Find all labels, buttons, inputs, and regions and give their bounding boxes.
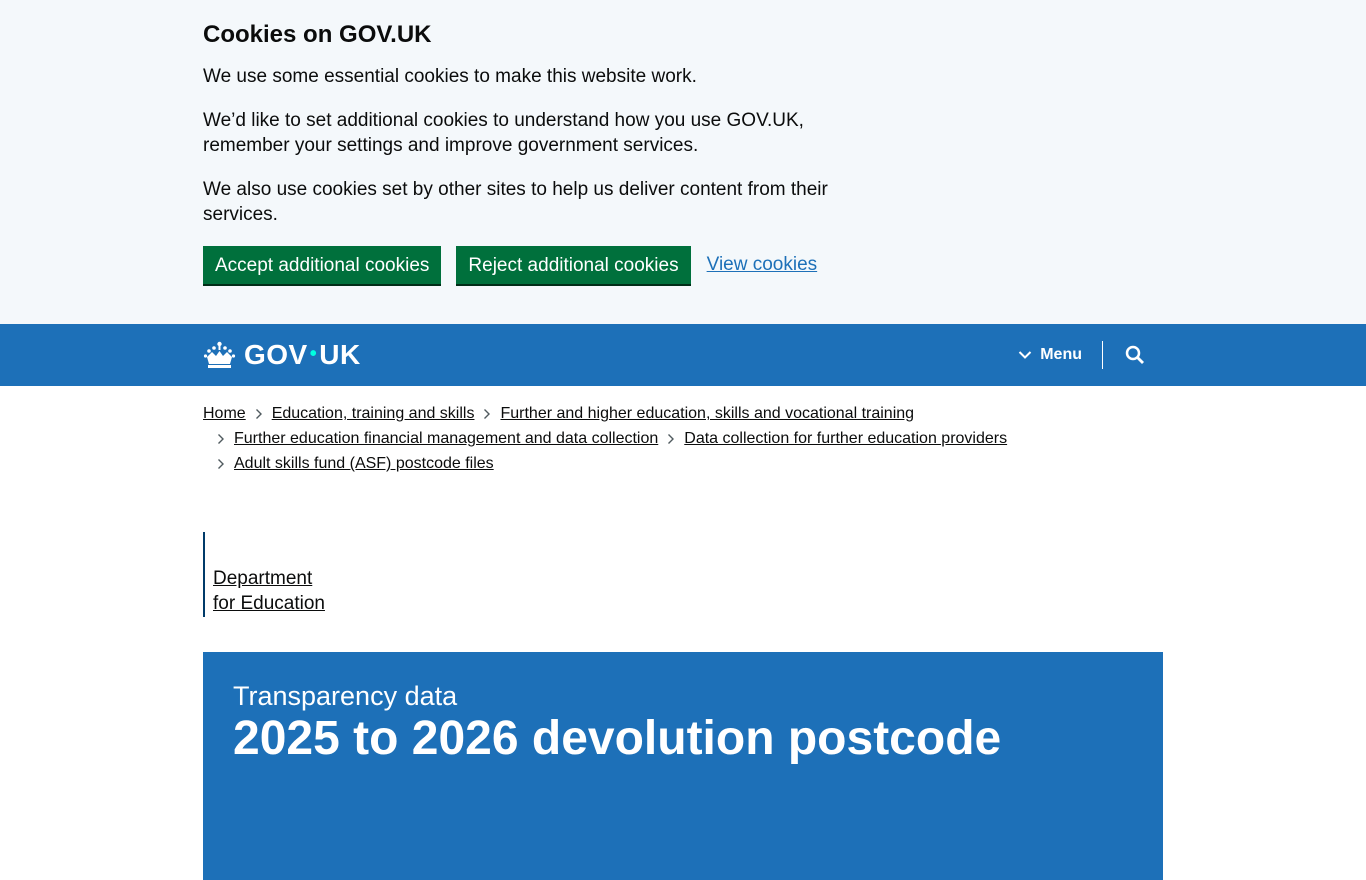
logo-dot: •	[309, 342, 318, 365]
reject-cookies-button[interactable]: Reject additional cookies	[456, 246, 691, 284]
breadcrumb-line: Home Education, training and skills Furt…	[203, 401, 1163, 426]
organisation-line-1: Department	[213, 568, 313, 589]
cookie-banner-title: Cookies on GOV.UK	[203, 21, 432, 48]
cookie-paragraph: We’d like to set additional cookies to u…	[203, 110, 804, 156]
crown-icon	[203, 341, 236, 368]
logo-text-gov: GOV	[244, 339, 308, 370]
menu-button[interactable]: Menu	[1018, 341, 1103, 369]
search-icon	[1125, 345, 1144, 364]
breadcrumb-asf-postcode-files[interactable]: Adult skills fund (ASF) postcode files	[234, 451, 494, 476]
page-title: 2025 to 2026 devolution postcode	[233, 712, 1002, 765]
breadcrumb-education[interactable]: Education, training and skills	[272, 401, 475, 426]
chevron-right-icon	[663, 433, 679, 445]
logo-text-uk: UK	[319, 339, 361, 370]
site-header: GOV • UK Menu	[0, 324, 1366, 386]
breadcrumb-home[interactable]: Home	[203, 401, 246, 426]
breadcrumb-line: Further education financial management a…	[203, 426, 1163, 451]
breadcrumb-fe-financial-management[interactable]: Further education financial management a…	[234, 426, 658, 451]
chevron-right-icon	[479, 408, 495, 420]
cookie-paragraph: We use some essential cookies to make th…	[203, 66, 697, 87]
search-button[interactable]	[1115, 335, 1155, 375]
breadcrumb: Home Education, training and skills Furt…	[203, 386, 1163, 476]
govuk-logo-link[interactable]: GOV • UK	[203, 339, 361, 371]
cookie-banner: Cookies on GOV.UK We use some essential …	[0, 0, 1366, 324]
document-type: Transparency data	[233, 681, 458, 711]
cookie-actions: Accept additional cookies Reject additio…	[203, 246, 1163, 284]
accept-cookies-button[interactable]: Accept additional cookies	[203, 246, 442, 284]
organisation-line-2: for Education	[213, 593, 325, 614]
breadcrumb-further-higher-education[interactable]: Further and higher education, skills and…	[500, 401, 914, 426]
view-cookies-link[interactable]: View cookies	[707, 254, 818, 276]
breadcrumb-data-collection[interactable]: Data collection for further education pr…	[684, 426, 1007, 451]
organisation-logo: Department for Education	[203, 532, 1163, 617]
organisation-link[interactable]: Department for Education	[213, 566, 325, 617]
cookie-paragraph: We also use cookies set by other sites t…	[203, 179, 828, 225]
title-banner: Transparency data 2025 to 2026 devolutio…	[203, 652, 1163, 880]
menu-label: Menu	[1040, 346, 1082, 363]
chevron-right-icon	[213, 458, 229, 470]
header-actions: Menu	[1018, 324, 1163, 386]
chevron-right-icon	[251, 408, 267, 420]
breadcrumb-line: Adult skills fund (ASF) postcode files	[203, 451, 1163, 476]
chevron-right-icon	[213, 433, 229, 445]
chevron-down-icon	[1019, 351, 1032, 359]
